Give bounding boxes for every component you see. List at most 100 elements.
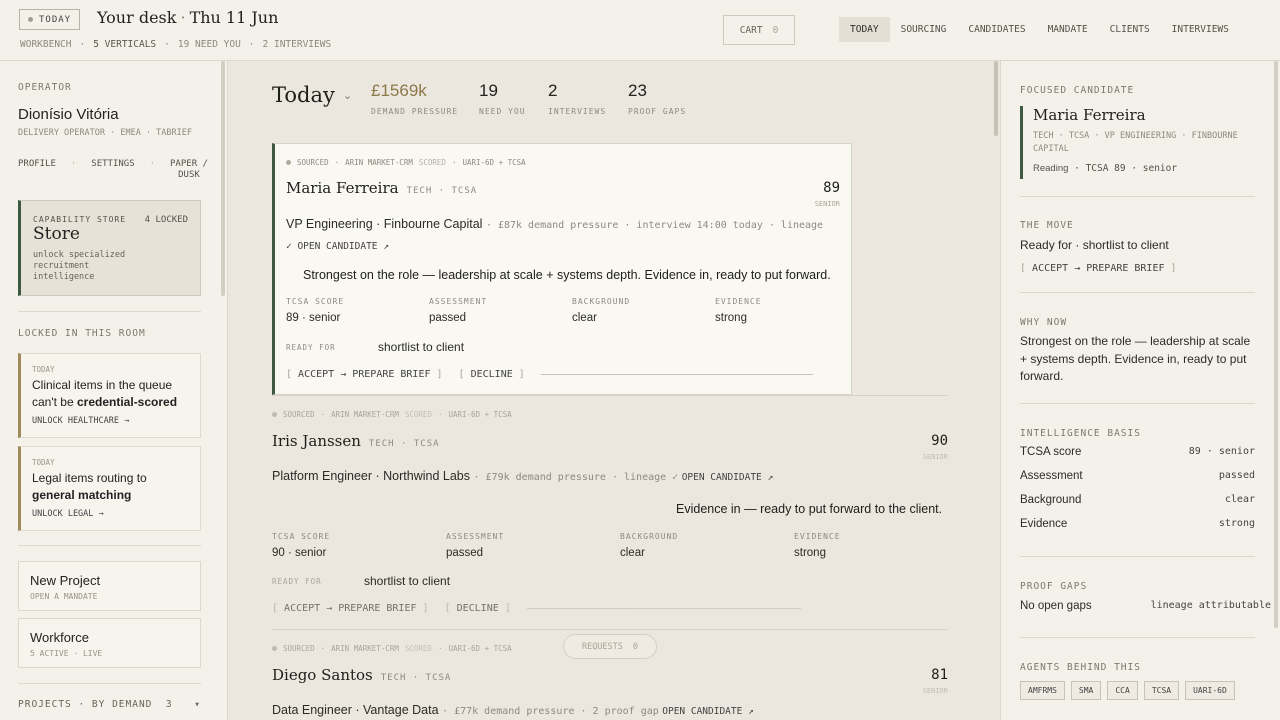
gaps-label: PROOF GAPS [1020,581,1088,592]
today-chip[interactable]: TODAY [19,9,81,30]
decline-button[interactable]: [ DECLINE ] [445,603,511,614]
locked-card-message: Legal items routing to general matching [32,471,147,502]
new-project-title: New Project [30,573,101,588]
theme-dusk: DUSK [178,170,200,180]
divider [18,683,201,684]
operator-label: OPERATOR [18,82,72,93]
workforce-title: Workforce [30,630,89,645]
candidate-name[interactable]: Diego Santos TECH · TCSA [272,666,451,684]
candidate-actions: [ ACCEPT → PREPARE BRIEF ] [ DECLINE ] [272,603,801,614]
operator-role: DELIVERY OPERATOR · EMEA · TABRIEF [18,128,192,138]
unlock-healthcare-link[interactable]: UNLOCK HEALTHCARE → [32,416,129,426]
feed-scrollbar[interactable] [994,61,998,136]
status-dot-icon [272,412,277,417]
accept-button[interactable]: [ ACCEPT → PREPARE BRIEF ] [272,603,429,614]
status-dot-icon [28,17,33,22]
open-candidate-link[interactable]: ✓ OPEN CANDIDATE ↗ [286,238,389,252]
store-label: CAPABILITY STORE [33,215,127,224]
operator-links: PROFILE · SETTINGS · PAPER / DUSK [18,159,208,181]
candidate-score: 81 SENIOR [922,667,948,695]
agent-chip[interactable]: TCSA [1143,681,1180,700]
divider [18,311,201,312]
top-bar: TODAY Your desk · Thu 11 Jun WORKBENCH · 5 … [0,0,1280,61]
cart-button[interactable]: CART 0 [723,15,795,45]
open-candidate-link[interactable]: OPEN CANDIDATE ↗ [662,706,754,717]
requests-count: 0 [632,641,639,652]
projects-header[interactable]: PROJECTS · BY DEMAND 3 ▾ [18,699,201,710]
chevron-down-icon[interactable]: ▾ [194,699,201,710]
tab-mandate[interactable]: MANDATE [1037,17,1099,42]
divider [18,545,201,546]
kpi-label: DEMAND PRESSURE [371,107,459,116]
move-label: THE MOVE [1020,220,1074,231]
sub-workbench: WORKBENCH [20,39,72,50]
page-title-date: Thu 11 Jun [189,8,279,27]
store-locked-count: 4 LOCKED [144,215,188,225]
capability-store-card[interactable]: CAPABILITY STORE 4 LOCKED Store unlock s… [18,200,201,296]
unlock-legal-link[interactable]: UNLOCK LEGAL → [32,509,104,519]
status-dot-icon [272,646,277,651]
divider [540,374,813,375]
kpi-value: 2 [548,81,558,100]
basis-label: INTELLIGENCE BASIS [1020,428,1141,439]
chevron-down-icon[interactable]: ⌄ [343,89,352,102]
desk-subtitle: WORKBENCH · 5 VERTICALS · 19 NEED YOU · 2 I… [20,39,332,50]
divider [1020,403,1255,404]
tab-interviews[interactable]: INTERVIEWS [1161,17,1240,42]
kpi-value: 19 [479,81,498,100]
candidate-name[interactable]: Iris Janssen TECH · TCSA [272,432,440,450]
projects-label: PROJECTS · BY DEMAND [18,699,153,710]
candidate-card[interactable]: SOURCED · ARIN MARKET-CRM SCORED · UARI-6D… [272,630,948,720]
move-text: Ready for · shortlist to client [1020,238,1169,252]
gaps-row: No open gaps lineage attributable [1020,600,1271,612]
agent-chip[interactable]: SMA [1070,681,1102,700]
candidate-role: Data Engineer · Vantage Data · £77k dema… [272,703,754,717]
focused-candidate[interactable]: Maria Ferreira TECH · TCSA · VP ENGINEER… [1020,106,1255,179]
page-title-main: Your desk [97,8,177,27]
operator-name: Dionísio Vitória [18,106,119,123]
candidate-role: VP Engineering · Finbourne Capital · £87… [286,217,824,231]
panel-scrollbar[interactable] [1274,61,1278,628]
divider [1020,637,1255,638]
theme-toggle[interactable]: PAPER / DUSK [170,159,208,181]
requests-pill[interactable]: REQUESTS 0 [563,634,657,659]
candidate-card-focused[interactable]: SOURCED · ARIN MARKET-CRM SCORED · UARI-6D… [272,143,852,395]
focused-name: Maria Ferreira [1033,106,1146,124]
why-text: Strongest on the role — leadership at sc… [1020,334,1251,383]
open-candidate-link[interactable]: OPEN CANDIDATE ↗ [682,472,774,483]
kpi-interviews: 2 INTERVIEWS [548,81,606,116]
tab-sourcing[interactable]: SOURCING [890,17,958,42]
candidate-card[interactable]: SOURCED · ARIN MARKET-CRM SCORED · UARI-6D… [272,396,948,630]
candidate-score: 89 SENIOR [814,180,840,208]
kpi-demand-pressure: £1569k DEMAND PRESSURE [371,81,458,116]
accept-button[interactable]: [ ACCEPT → PREPARE BRIEF ] [286,369,443,380]
new-project-button[interactable]: New Project OPEN A MANDATE [18,561,201,611]
tab-candidates[interactable]: CANDIDATES [957,17,1036,42]
main-nav: TODAY SOURCING CANDIDATES MANDATE CLIENT… [839,17,1240,42]
agent-chip[interactable]: AMFRMS [1020,681,1065,700]
feed-title[interactable]: Today ⌄ [272,83,352,107]
settings-link[interactable]: SETTINGS [91,159,134,181]
locked-section-label: LOCKED IN THIS ROOM [18,328,146,339]
page-title: Your desk · Thu 11 Jun [97,8,279,27]
agent-chip[interactable]: CCA [1107,681,1138,700]
decline-button[interactable]: [ DECLINE ] [459,369,525,380]
sub-interviews: 2 INTERVIEWS [262,39,332,50]
locked-card-healthcare[interactable]: TODAY Clinical items in the queue can't … [18,353,201,438]
tab-today[interactable]: TODAY [839,17,890,42]
candidate-actions: [ ACCEPT → PREPARE BRIEF ] [ DECLINE ] [286,369,813,380]
divider [1020,292,1255,293]
tab-clients[interactable]: CLIENTS [1099,17,1161,42]
candidate-name[interactable]: Maria Ferreira TECH · TCSA [286,179,477,197]
agent-chip[interactable]: UARI-6D [1185,681,1235,700]
workforce-button[interactable]: Workforce 5 ACTIVE · LIVE [18,618,201,668]
ready-label: READY FOR [286,343,336,352]
kpi-proof-gaps: 23 PROOF GAPS [628,81,686,116]
locked-card-legal[interactable]: TODAY Legal items routing to general mat… [18,446,201,531]
requests-label: REQUESTS [581,641,623,652]
basis-row: TCSA score 89 · senior [1020,446,1255,458]
sidebar-scrollbar[interactable] [221,61,225,296]
profile-link[interactable]: PROFILE [18,159,56,181]
sub-need-you: 19 NEED YOU [177,39,241,50]
accept-button[interactable]: [ ACCEPT → PREPARE BRIEF ] [1020,263,1177,274]
